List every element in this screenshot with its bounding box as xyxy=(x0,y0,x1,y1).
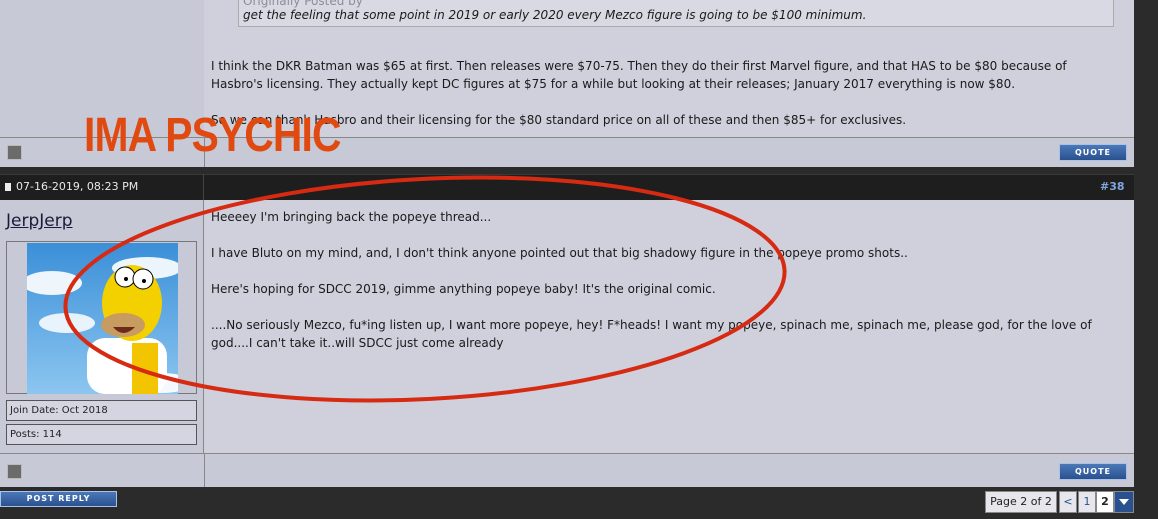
red-ellipse-annotation xyxy=(63,175,787,403)
